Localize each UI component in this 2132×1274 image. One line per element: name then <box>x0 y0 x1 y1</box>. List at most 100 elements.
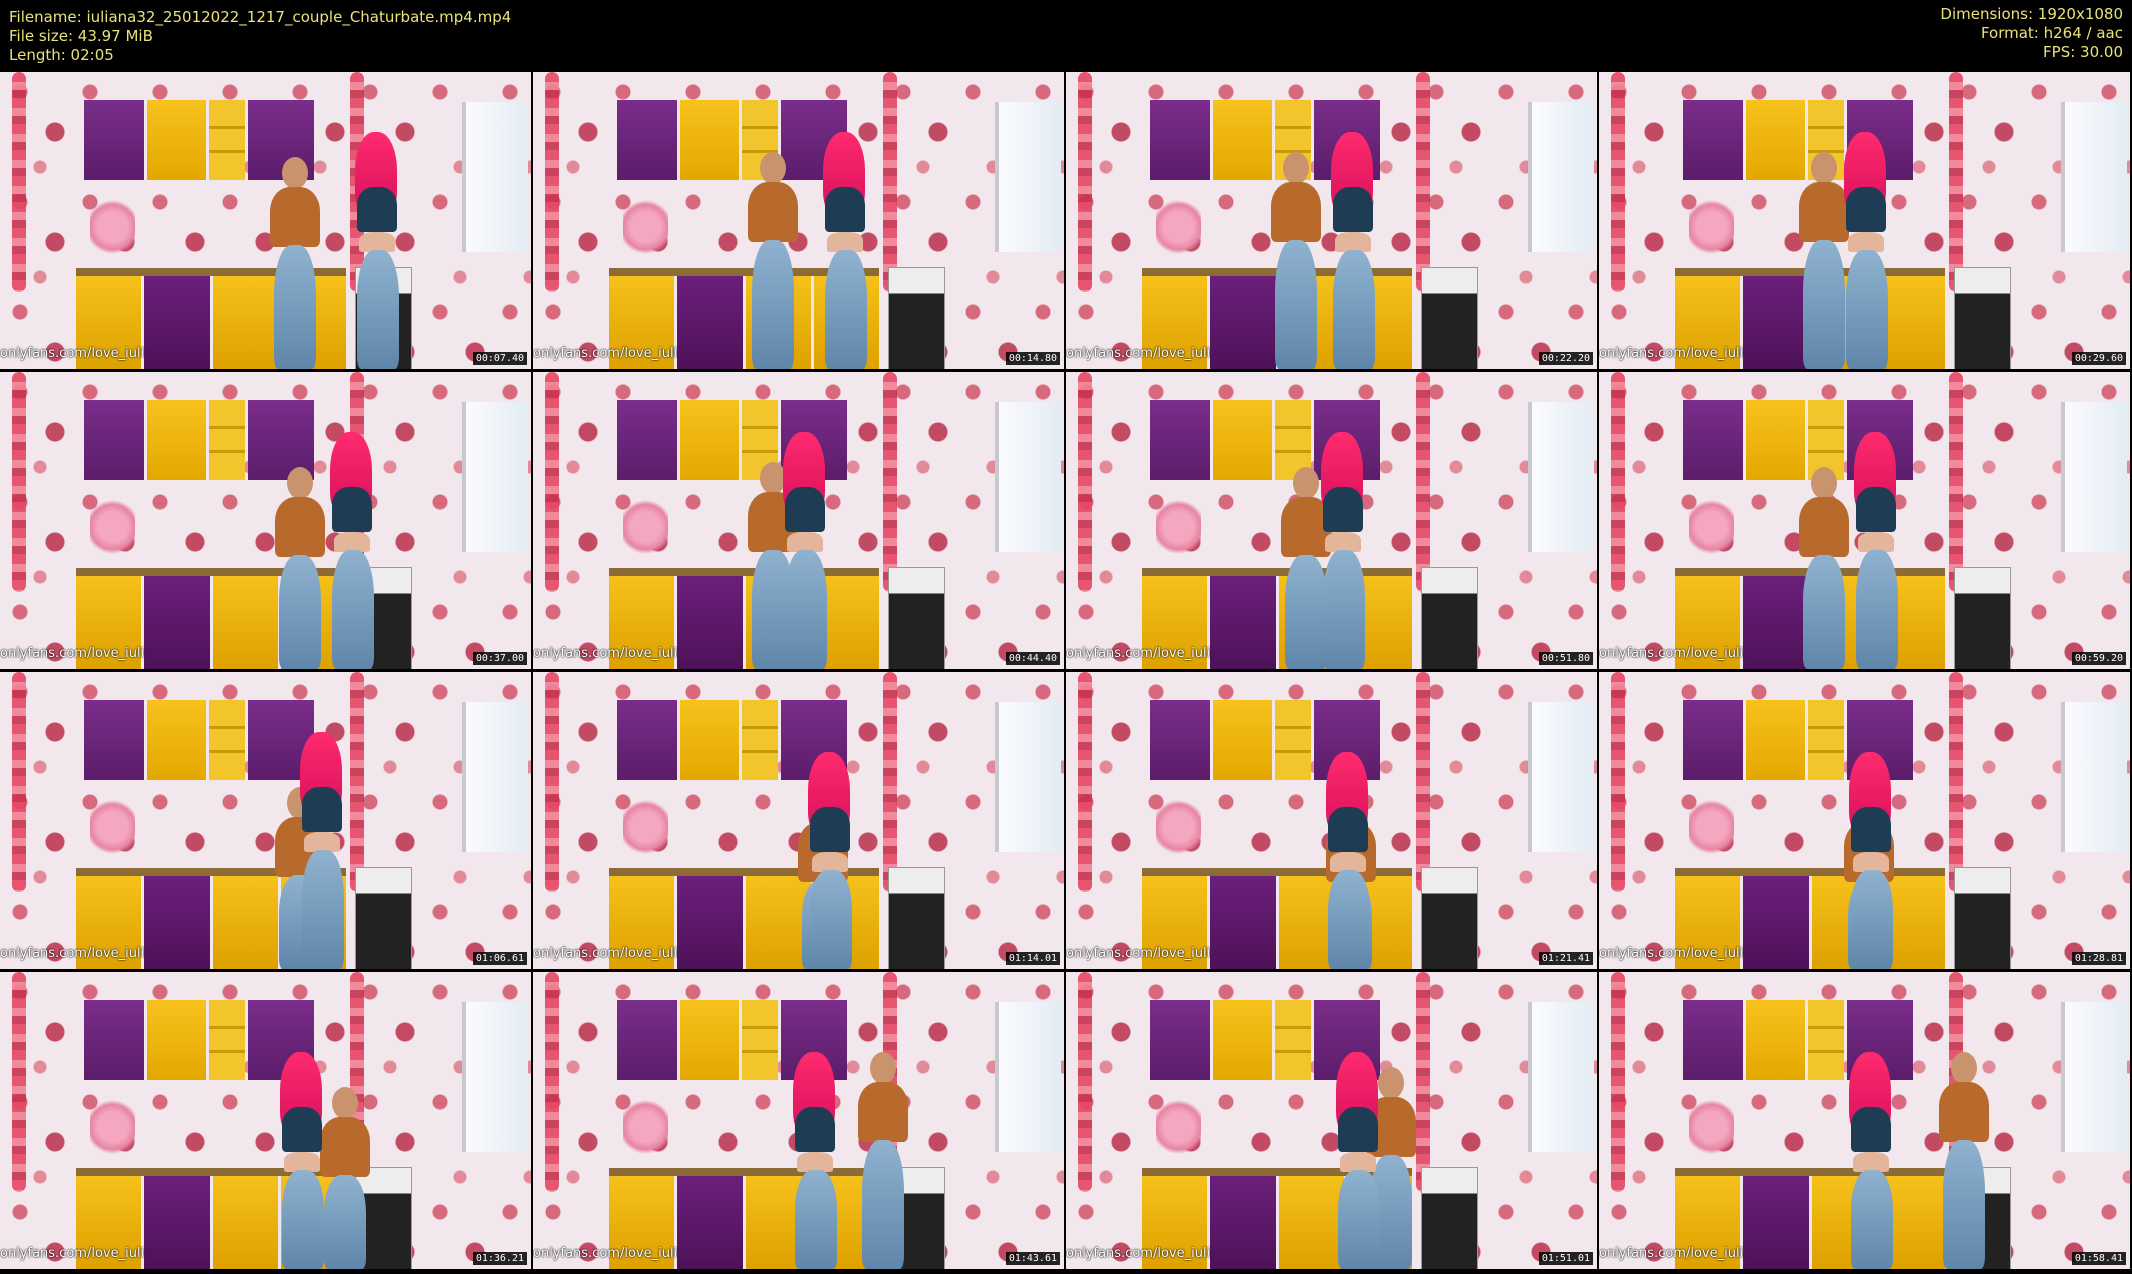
timestamp-label: 01:14.01 <box>1005 952 1060 965</box>
watermark-text: onlyfans.com/love_iuli <box>533 946 678 961</box>
man-figure <box>1378 1067 1404 1099</box>
flower-garland <box>350 672 364 892</box>
window <box>995 102 1061 252</box>
timestamp-label: 01:28.81 <box>2071 952 2126 965</box>
woman-figure <box>1846 250 1888 369</box>
flower-vase <box>1156 197 1201 257</box>
flower-garland <box>1078 672 1092 892</box>
video-info: Dimensions: 1920x1080 Format: h264 / aac… <box>1940 5 2123 62</box>
flower-garland <box>12 972 26 1192</box>
dimensions-text: Dimensions: 1920x1080 <box>1940 5 2123 23</box>
man-figure <box>1939 1082 1989 1142</box>
woman-figure <box>810 870 852 969</box>
man-figure <box>274 245 316 369</box>
woman-figure <box>795 1107 835 1152</box>
flower-garland <box>1416 372 1430 592</box>
thumbnail-frame[interactable]: onlyfans.com/love_iuli 01:58.41 <box>1599 972 2130 1269</box>
woman-figure <box>282 1107 322 1152</box>
flower-garland <box>1611 672 1625 892</box>
man-figure <box>275 497 325 557</box>
flower-garland <box>545 72 559 292</box>
thumbnail-frame[interactable]: onlyfans.com/love_iuli 00:22.20 <box>1066 72 1597 369</box>
thumbnail-frame[interactable]: onlyfans.com/love_iuli 01:21.41 <box>1066 672 1597 969</box>
woman-figure <box>1851 870 1893 969</box>
thumbnail-frame[interactable]: onlyfans.com/love_iuli 01:51.01 <box>1066 972 1597 1269</box>
flower-garland <box>1078 972 1092 1192</box>
woman-figure <box>1851 1107 1891 1152</box>
thumbnail-frame[interactable]: onlyfans.com/love_iuli 00:37.00 <box>0 372 531 669</box>
window <box>1528 402 1594 552</box>
man-figure <box>1811 467 1837 499</box>
thumbnail-frame[interactable]: onlyfans.com/love_iuli 00:44.40 <box>533 372 1064 669</box>
window <box>2061 102 2127 252</box>
timestamp-label: 01:51.01 <box>1538 1252 1593 1265</box>
flower-vase <box>90 497 135 557</box>
stove <box>1954 567 2011 669</box>
thumbnail-frame[interactable]: onlyfans.com/love_iuli 01:28.81 <box>1599 672 2130 969</box>
thumbnail-frame[interactable]: onlyfans.com/love_iuli 00:14.80 <box>533 72 1064 369</box>
stove <box>1421 567 1478 669</box>
flower-vase <box>623 197 668 257</box>
stove <box>888 567 945 669</box>
flower-garland <box>883 72 897 292</box>
window <box>1528 702 1594 852</box>
flower-garland <box>12 72 26 292</box>
woman-figure <box>1325 532 1361 552</box>
man-figure <box>282 157 308 189</box>
thumbnail-frame[interactable]: onlyfans.com/love_iuli 01:06.61 <box>0 672 531 969</box>
thumbnail-frame[interactable]: onlyfans.com/love_iuli 01:36.21 <box>0 972 531 1269</box>
thumbnail-frame[interactable]: onlyfans.com/love_iuli 01:14.01 <box>533 672 1064 969</box>
woman-figure <box>795 1170 837 1269</box>
watermark-text: onlyfans.com/love_iuli <box>533 646 678 661</box>
format-text: Format: h264 / aac <box>1980 24 2123 42</box>
watermark-text: onlyfans.com/love_iuli <box>533 1246 678 1261</box>
fps-text: FPS: 30.00 <box>2043 43 2123 61</box>
thumbnail-frame[interactable]: onlyfans.com/love_iuli 00:07.40 <box>0 72 531 369</box>
watermark-text: onlyfans.com/love_iuli <box>0 646 145 661</box>
thumbnail-grid: onlyfans.com/love_iuli 00:07.40 onlyfans… <box>0 72 2132 1274</box>
file-info: Filename: iuliana32_25012022_1217_couple… <box>9 8 511 65</box>
window <box>462 102 528 252</box>
woman-figure <box>1856 487 1896 532</box>
woman-figure <box>787 532 823 552</box>
woman-figure <box>332 487 372 532</box>
timestamp-label: 00:44.40 <box>1005 652 1060 665</box>
man-figure <box>862 1140 904 1269</box>
woman-figure <box>1856 550 1898 669</box>
flower-vase <box>1689 1097 1734 1157</box>
man-figure <box>1803 555 1845 669</box>
woman-figure <box>785 487 825 532</box>
timestamp-label: 00:22.20 <box>1538 352 1593 365</box>
window <box>462 702 528 852</box>
flower-garland <box>545 972 559 1192</box>
timestamp-label: 00:51.80 <box>1538 652 1593 665</box>
thumbnail-frame[interactable]: onlyfans.com/love_iuli 00:51.80 <box>1066 372 1597 669</box>
thumbnail-frame[interactable]: onlyfans.com/love_iuli 01:43.61 <box>533 972 1064 1269</box>
countertop <box>1675 868 1945 876</box>
thumbnail-frame[interactable]: onlyfans.com/love_iuli 00:59.20 <box>1599 372 2130 669</box>
man-figure <box>1271 182 1321 242</box>
flower-vase <box>90 797 135 857</box>
flower-vase <box>1689 497 1734 557</box>
flower-vase <box>623 797 668 857</box>
man-figure <box>270 187 320 247</box>
woman-figure <box>1323 487 1363 532</box>
flower-garland <box>1078 72 1092 292</box>
woman-figure <box>1851 1170 1893 1269</box>
flower-garland <box>1416 972 1430 1192</box>
woman-figure <box>302 850 344 969</box>
stove <box>888 267 945 369</box>
flower-garland <box>12 672 26 892</box>
upper-cabinets <box>84 100 315 180</box>
man-figure <box>1811 152 1837 184</box>
upper-cabinets <box>84 400 315 480</box>
woman-figure <box>785 550 827 669</box>
stove <box>1954 867 2011 969</box>
flower-garland <box>545 672 559 892</box>
window <box>462 1002 528 1152</box>
woman-figure <box>1333 187 1373 232</box>
watermark-text: onlyfans.com/love_iuli <box>1066 346 1211 361</box>
flower-garland <box>1949 72 1963 292</box>
thumbnail-frame[interactable]: onlyfans.com/love_iuli 00:29.60 <box>1599 72 2130 369</box>
window <box>1528 102 1594 252</box>
